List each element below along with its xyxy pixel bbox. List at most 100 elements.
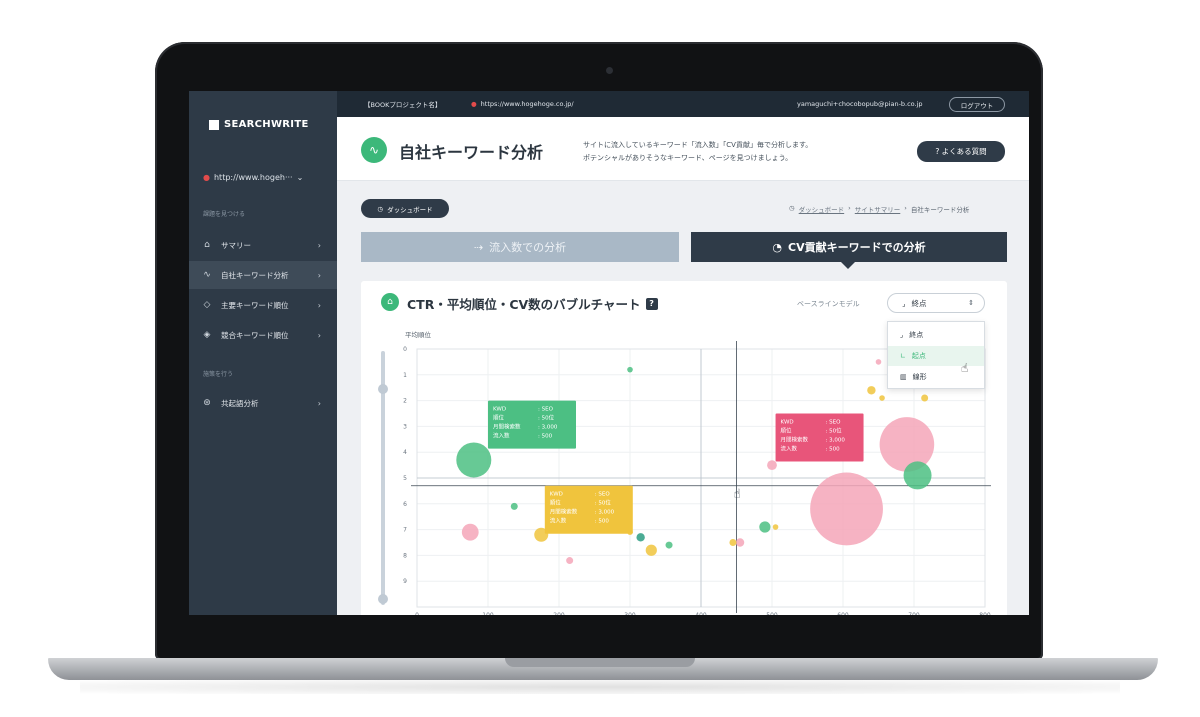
trend-line-icon: ∿ (361, 137, 387, 163)
breadcrumb-separator: › (848, 204, 851, 212)
bubble (461, 523, 479, 541)
tooltip-value: : 3,000 (538, 425, 558, 431)
y-tick-label: 0 (403, 346, 407, 353)
logout-button[interactable]: ログアウト (949, 97, 1005, 112)
chevron-right-icon: › (317, 300, 321, 310)
dropdown-option-linear[interactable]: ▥ 線形 (888, 367, 984, 387)
sidebar-item-label: 共起語分析 (221, 398, 259, 408)
end-point-icon: ⌟ (900, 331, 904, 339)
chevron-right-icon: › (317, 330, 321, 340)
bubble (867, 386, 876, 395)
x-tick-label: 200 (553, 612, 565, 615)
option-label: 終点 (909, 331, 924, 339)
dashboard-button[interactable]: ◷ ダッシュボード (361, 199, 449, 218)
bubble (636, 533, 645, 542)
tooltip-key: KWD (493, 407, 506, 413)
app-logo[interactable]: SEARCHWRITE (209, 119, 309, 130)
bubble (729, 539, 737, 546)
bubble (810, 472, 883, 546)
baseline-model-label: ベースラインモデル (797, 300, 860, 308)
sidebar-item-own-keywords[interactable]: ∿ 自社キーワード分析 › (189, 261, 337, 289)
project-url-text: https://www.hogehoge.co.jp/ (480, 100, 574, 108)
layers-icon: ◈ (203, 330, 211, 340)
section-label-actions: 施策を行う (203, 371, 234, 378)
app-screen: SEARCHWRITE ● http://www.hogeh··· ⌄ 課題を見… (189, 91, 1029, 615)
dashboard-icon: ◷ (377, 204, 384, 213)
sidebar-item-main-keywords[interactable]: ◇ 主要キーワード順位 › (189, 291, 337, 319)
sidebar-item-label: 自社キーワード分析 (221, 270, 289, 280)
faq-button[interactable]: ? よくある質問 (917, 141, 1005, 162)
bubble (767, 460, 777, 470)
breadcrumb-dashboard[interactable]: ダッシュボード (799, 204, 845, 214)
camera-dot (606, 67, 613, 74)
option-label: 起点 (911, 352, 926, 360)
active-tab-caret (841, 262, 855, 269)
baseline-model-select[interactable]: ⌟ 終点 ⇕ (887, 293, 985, 313)
sidebar-item-cooccurrence[interactable]: ⊛ 共起語分析 › (189, 389, 337, 417)
logo-text: SEARCHWRITE (224, 119, 309, 130)
tooltip-key: 月間検索数 (493, 423, 521, 431)
laptop-shadow (80, 680, 1120, 694)
logo-square-icon (209, 119, 219, 130)
bubble (921, 394, 929, 402)
help-icon[interactable]: ? (645, 297, 658, 310)
trend-line-icon: ∿ (203, 270, 211, 280)
page-description: サイトに流入しているキーワード「流入数」「CV貢献」毎で分析します。 ポテンシャ… (583, 139, 923, 165)
y-range-slider-handle (378, 384, 388, 394)
site-selector[interactable]: ● http://www.hogeh··· ⌄ (203, 173, 303, 182)
tooltip-value: : 50位 (595, 499, 612, 507)
dropdown-option-end[interactable]: ⌟ 終点 (888, 325, 984, 345)
project-name: 【BOOKプロジェクト名】 (364, 101, 442, 109)
end-point-icon: ⌟ (902, 298, 906, 308)
tooltip-value: : 3,000 (595, 510, 615, 516)
pointer-cursor-icon: ☝ (734, 487, 741, 501)
tab-cv-analysis[interactable]: ◔ CV貢献キーワードでの分析 (691, 232, 1007, 262)
dropdown-option-start[interactable]: ∟ 起点 (888, 346, 984, 366)
stage: SEARCHWRITE ● http://www.hogeh··· ⌄ 課題を見… (0, 0, 1200, 717)
x-tick-label: 500 (766, 612, 778, 615)
x-tick-label: 700 (908, 612, 920, 615)
chevron-right-icon: › (317, 240, 321, 250)
tooltip-value: : SEO (826, 420, 842, 426)
tooltip-value: : 50位 (826, 427, 843, 435)
y-tick-label: 1 (403, 372, 407, 379)
y-axis-label: 平均順位 (405, 330, 432, 339)
description-line-1: サイトに流入しているキーワード「流入数」「CV貢献」毎で分析します。 (583, 141, 813, 149)
sidebar-item-label: 主要キーワード順位 (221, 300, 289, 310)
site-selector-label: http://www.hogeh··· (213, 173, 293, 182)
tooltip-value: : 3,000 (826, 438, 846, 444)
site-favicon-icon: ● (471, 100, 477, 108)
breadcrumb-home-icon: ◷ (789, 204, 795, 212)
breadcrumb-current: 自社キーワード分析 (910, 206, 970, 214)
x-tick-label: 300 (624, 612, 636, 615)
tooltip-key: 月間検索数 (550, 508, 578, 516)
y-tick-label: 7 (403, 527, 407, 534)
tooltip-value: : 500 (538, 434, 553, 440)
sidebar-item-summary[interactable]: ⌂ サマリー › (189, 231, 337, 259)
sidebar-item-competitor-keywords[interactable]: ◈ 競合キーワード順位 › (189, 321, 337, 349)
site-favicon-icon: ● (203, 173, 210, 182)
start-point-icon: ∟ (900, 352, 906, 360)
breadcrumb-site-summary[interactable]: サイトサマリー (855, 204, 901, 214)
user-email: yamaguchi+chocobopub@pian-b.co.jp (797, 100, 923, 108)
tag-icon: ◇ (203, 300, 211, 310)
tooltip-value: : SEO (595, 492, 611, 498)
x-tick-label: 0 (415, 612, 419, 615)
model-select-value: 終点 (911, 298, 927, 308)
tooltip-key: 順位 (781, 427, 793, 435)
y-range-slider-handle (378, 594, 388, 604)
tooltip-key: 月間検索数 (781, 436, 809, 444)
tooltip-key: KWD (550, 492, 563, 498)
bubble (759, 521, 771, 533)
tooltip-key: 流入数 (781, 445, 798, 453)
bubble (665, 541, 673, 549)
select-arrows-icon: ⇕ (968, 299, 974, 307)
bubble (772, 524, 779, 530)
bubble (903, 461, 932, 490)
tab-inflow-analysis[interactable]: ⇢ 流入数での分析 (361, 232, 679, 262)
y-tick-label: 2 (403, 398, 407, 405)
sidebar-item-label: サマリー (221, 240, 251, 250)
project-url[interactable]: ● https://www.hogehoge.co.jp/ (471, 100, 574, 108)
description-line-2: ポテンシャルがありそうなキーワード、ページを見つけましょう。 (583, 154, 793, 162)
sidebar: SEARCHWRITE ● http://www.hogeh··· ⌄ 課題を見… (189, 91, 337, 615)
